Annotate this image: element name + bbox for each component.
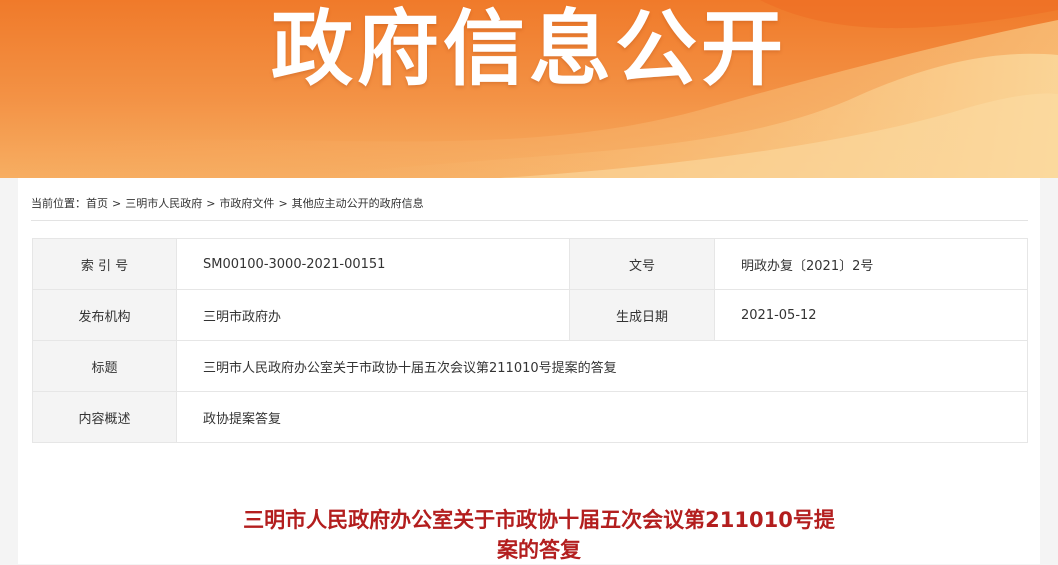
content-panel: 当前位置：首页 > 三明市人民政府 > 市政府文件 > 其他应主动公开的政府信息 索 引 号… <box>18 178 1040 564</box>
index-number-value: SM00100-3000-2021-00151 <box>176 238 570 290</box>
metadata-row: 内容概述 政协提案答复 <box>32 391 1028 443</box>
breadcrumb-link-other-information[interactable]: 其他应主动公开的政府信息 <box>292 197 424 210</box>
breadcrumb-link-government-documents[interactable]: 市政府文件 <box>219 197 274 210</box>
issuing-agency-value: 三明市政府办 <box>176 289 570 341</box>
metadata-row: 标题 三明市人民政府办公室关于市政协十届五次会议第211010号提案的答复 <box>32 340 1028 392</box>
breadcrumb-divider <box>31 220 1028 221</box>
breadcrumb-link-city-government[interactable]: 三明市人民政府 <box>125 197 202 210</box>
breadcrumb-separator: > <box>112 197 122 210</box>
title-label: 标题 <box>32 340 177 392</box>
metadata-row: 发布机构 三明市政府办 生成日期 2021-05-12 <box>32 289 1028 341</box>
title-value: 三明市人民政府办公室关于市政协十届五次会议第211010号提案的答复 <box>176 340 1028 392</box>
breadcrumb-prefix: 当前位置： <box>31 197 86 210</box>
article-title-line-1: 三明市人民政府办公室关于市政协十届五次会议第211010号提 <box>243 508 835 532</box>
generation-date-label: 生成日期 <box>569 289 715 341</box>
breadcrumb-separator: > <box>206 197 216 210</box>
document-number-label: 文号 <box>569 238 715 290</box>
breadcrumb-separator: > <box>278 197 288 210</box>
issuing-agency-label: 发布机构 <box>32 289 177 341</box>
header-banner: 政府信息公开 <box>0 0 1058 178</box>
document-metadata-table: 索 引 号 SM00100-3000-2021-00151 文号 明政办复〔20… <box>32 238 1028 443</box>
summary-value: 政协提案答复 <box>176 391 1028 443</box>
generation-date-value: 2021-05-12 <box>714 289 1028 341</box>
breadcrumb: 当前位置：首页 > 三明市人民政府 > 市政府文件 > 其他应主动公开的政府信息 <box>31 196 424 212</box>
document-number-value: 明政办复〔2021〕2号 <box>714 238 1028 290</box>
article-title: 三明市人民政府办公室关于市政协十届五次会议第211010号提 案的答复 <box>168 505 910 565</box>
index-number-label: 索 引 号 <box>32 238 177 290</box>
article-title-line-2: 案的答复 <box>497 538 581 562</box>
metadata-row: 索 引 号 SM00100-3000-2021-00151 文号 明政办复〔20… <box>32 238 1028 290</box>
banner-title: 政府信息公开 <box>270 2 787 97</box>
breadcrumb-link-home[interactable]: 首页 <box>86 197 108 210</box>
summary-label: 内容概述 <box>32 391 177 443</box>
